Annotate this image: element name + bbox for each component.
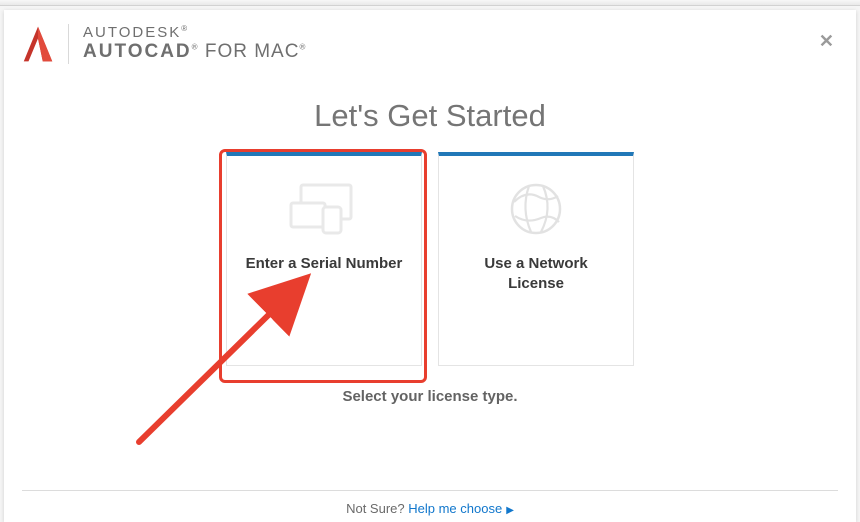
close-icon[interactable]: ✕ [819,32,834,50]
main-content: Let's Get Started Enter a Serial Number [4,64,856,490]
header: AUTODESK® AUTOCAD® FOR MAC® ✕ [4,10,856,64]
option-label: Enter a Serial Number [228,254,421,274]
dialog-window: AUTODESK® AUTOCAD® FOR MAC® ✕ Let's Get … [4,10,856,522]
brand-text: AUTODESK® AUTOCAD® FOR MAC® [83,25,306,62]
option-serial-number[interactable]: Enter a Serial Number [226,152,422,366]
page-title: Let's Get Started [314,98,546,134]
autocad-logo-icon [22,25,54,63]
brand-name: AUTODESK [83,24,181,41]
caret-right-icon: ▶ [506,505,514,516]
network-globe-icon [509,178,563,240]
footer: Not Sure? Help me choose ▶ [22,490,838,516]
product-name: AUTOCAD [83,41,192,62]
brand-line-1: AUTODESK® [83,25,306,42]
brand-line-2: AUTOCAD® FOR MAC® [83,42,306,63]
divider [68,24,69,64]
option-label: Use a Network License [439,254,633,293]
product-variant: FOR MAC [199,41,300,62]
window-titlebar [0,0,860,6]
footer-prompt: Not Sure? [346,501,405,516]
license-options: Enter a Serial Number Use a Network Lice… [226,152,634,366]
devices-icon [281,178,367,240]
subtitle: Select your license type. [342,388,517,405]
option-network-license[interactable]: Use a Network License [438,152,634,366]
help-choose-link[interactable]: Help me choose [408,501,502,516]
